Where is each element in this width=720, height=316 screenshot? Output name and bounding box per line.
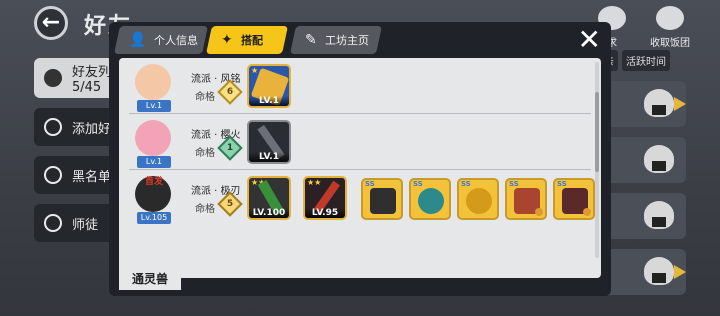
weapon-level: LV.95	[305, 208, 345, 218]
rank-value: 5	[226, 199, 234, 209]
friend-list-right: 亲 活跃时间	[600, 50, 686, 308]
star-icon	[583, 208, 591, 216]
rank-value: 6	[226, 87, 234, 97]
friend-row[interactable]	[600, 137, 686, 183]
tab-workshop[interactable]: ✎ 工坊主页	[290, 26, 382, 54]
star-icon: ★	[251, 66, 259, 75]
shuriken-icon: ✦	[221, 32, 233, 48]
level-badge: Lv.105	[137, 212, 171, 224]
pencil-icon: ✎	[305, 32, 317, 48]
equipment-art	[466, 188, 492, 214]
rice-ball-icon[interactable]	[644, 145, 674, 173]
equipment-slot[interactable]: SS	[409, 178, 451, 220]
weapon-card[interactable]: ★ LV.1	[247, 64, 291, 108]
rice-ball-icon[interactable]	[644, 257, 674, 285]
blacklist-label: 黑名单	[72, 169, 112, 185]
weapon-level: LV.1	[249, 152, 289, 162]
modal-tabs: 👤 个人信息 ✦ 搭配 ✎ 工坊主页 ✕	[109, 22, 611, 58]
equipment-slot[interactable]: SS	[505, 178, 547, 220]
mentor-icon	[44, 214, 62, 232]
tab-loadout-label: 搭配	[240, 34, 263, 47]
sort-active-time-button[interactable]: 活跃时间	[622, 50, 670, 71]
rank-icon: SS	[461, 180, 471, 188]
list-item: Lv.1 流派 · 风铭 命格 6 ★ LV.1	[129, 62, 591, 114]
scrollbar[interactable]	[595, 62, 599, 258]
weapon-card[interactable]: LV.1	[247, 120, 291, 164]
equipment-slot[interactable]: SS	[457, 178, 499, 220]
sort-header: 亲 活跃时间	[600, 50, 686, 71]
rank-icon: SS	[557, 180, 567, 188]
close-icon[interactable]: ✕	[578, 24, 601, 56]
rank-icon: SS	[365, 180, 375, 188]
starter-badge: 首发	[145, 177, 164, 187]
friend-list-icon	[44, 69, 62, 87]
tab-workshop-label: 工坊主页	[324, 34, 369, 47]
collect-rice-label: 收取饭团	[650, 38, 690, 49]
rank-icon: SS	[509, 180, 519, 188]
equipment-art	[370, 188, 396, 214]
list-item: 首发 Lv.105 流派 · 极刃 命格 5 ★★ LV.100 ★★ LV.9…	[129, 174, 595, 226]
loadout-list[interactable]: Lv.1 流派 · 风铭 命格 6 ★ LV.1 Lv.1 流派 · 樱火 命格…	[129, 58, 595, 264]
rice-ball-icon[interactable]	[644, 89, 674, 117]
star-icon	[535, 208, 543, 216]
rank-icon: SS	[413, 180, 423, 188]
list-item: Lv.1 流派 · 樱火 命格 1 LV.1	[129, 118, 591, 170]
equipment-slot[interactable]: SS	[553, 178, 595, 220]
level-badge: Lv.1	[137, 156, 171, 168]
avatar	[135, 120, 171, 156]
loadout-panel: Lv.1 流派 · 风铭 命格 6 ★ LV.1 Lv.1 流派 · 樱火 命格…	[119, 58, 601, 278]
collect-rice-icon[interactable]: 收取饭团	[650, 6, 690, 52]
mentor-label: 师徒	[72, 217, 99, 233]
block-icon	[44, 166, 62, 184]
rice-ball-icon[interactable]	[644, 201, 674, 229]
rank-value: 1	[226, 143, 234, 153]
section-spirit-beast[interactable]: 通灵兽	[119, 268, 181, 290]
rank-label: 命格	[195, 204, 215, 215]
friend-row[interactable]	[600, 81, 686, 127]
tab-personal-info-label: 个人信息	[154, 34, 199, 47]
back-button[interactable]: ←	[34, 6, 68, 40]
weapon-card[interactable]: ★★ LV.95	[303, 176, 347, 220]
scrollbar-thumb[interactable]	[595, 92, 599, 172]
friend-row[interactable]	[600, 193, 686, 239]
weapon-level: LV.1	[249, 96, 289, 106]
weapon-level: LV.100	[249, 208, 289, 218]
equipment-art	[418, 188, 444, 214]
equipment-slot[interactable]: SS	[361, 178, 403, 220]
arrow-icon	[674, 97, 686, 111]
profile-icon: 👤	[129, 32, 147, 48]
rank-label: 命格	[195, 92, 215, 103]
weapon-card[interactable]: ★★ LV.100	[247, 176, 291, 220]
level-badge: Lv.1	[137, 100, 171, 112]
avatar	[135, 64, 171, 100]
arrow-icon	[674, 265, 686, 279]
tab-personal-info[interactable]: 👤 个人信息	[114, 26, 208, 54]
rank-label: 命格	[195, 148, 215, 159]
star-icon: ★★	[307, 178, 322, 187]
player-info-modal: 👤 个人信息 ✦ 搭配 ✎ 工坊主页 ✕ Lv.1 流派 · 风铭 命格 6 ★	[109, 22, 611, 296]
tab-loadout[interactable]: ✦ 搭配	[206, 26, 288, 54]
friend-row[interactable]	[600, 249, 686, 295]
friend-count: 5/45	[72, 80, 102, 95]
add-friend-icon	[44, 118, 62, 136]
